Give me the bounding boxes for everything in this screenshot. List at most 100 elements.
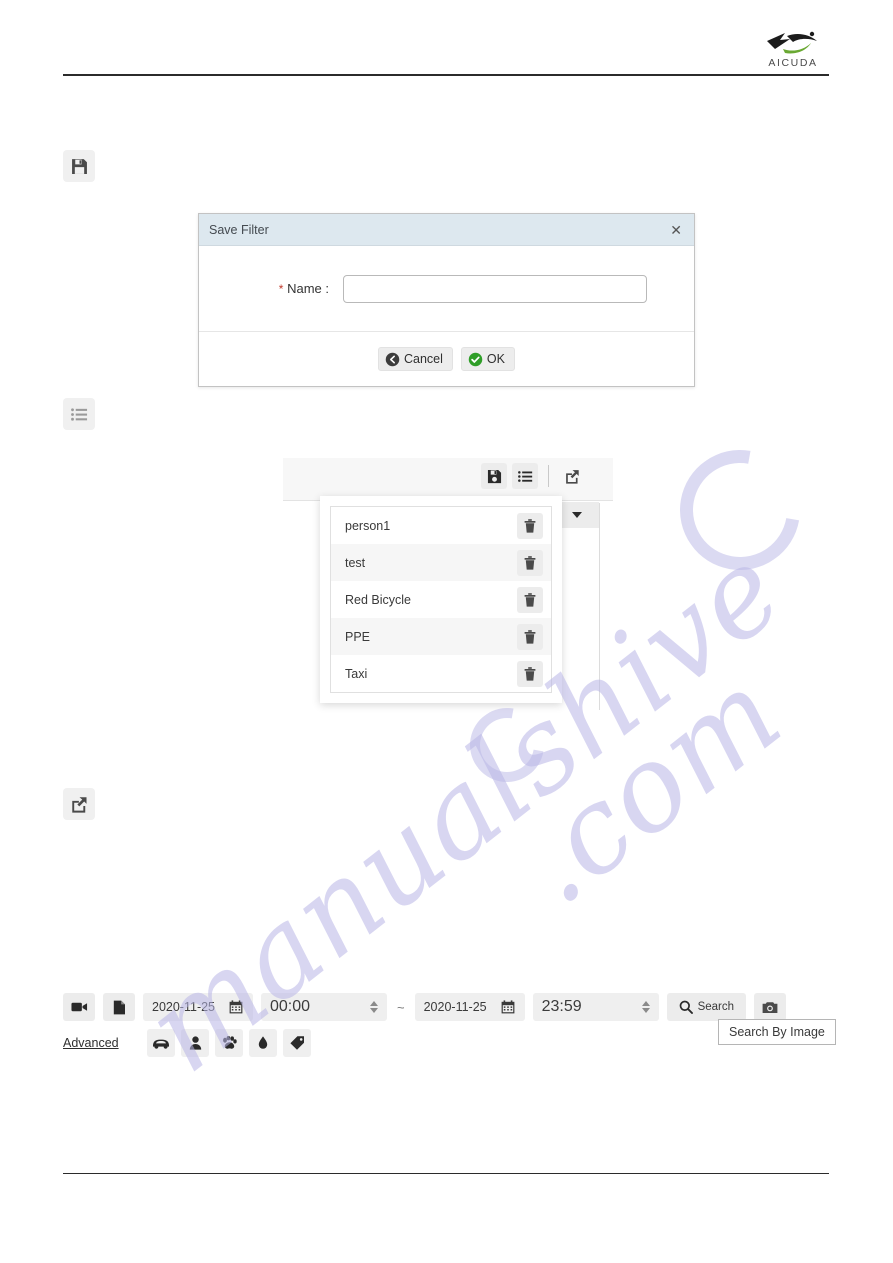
export-button[interactable] xyxy=(559,463,585,489)
end-time-field[interactable]: 23:59 xyxy=(532,993,659,1021)
start-time-stepper[interactable] xyxy=(370,1001,378,1013)
search-toolbar-row-secondary: Advanced xyxy=(63,1029,311,1057)
save-icon xyxy=(487,469,501,483)
category-person[interactable] xyxy=(181,1029,209,1057)
search-toolbar-row-primary: 2020-11-25 00:00 ~ 2020-11-25 23:59 Sear… xyxy=(63,993,787,1021)
calendar-icon xyxy=(229,1000,243,1014)
export-icon xyxy=(565,469,579,484)
saved-filters-popup: person1 test Red Bicycle PPE Taxi xyxy=(320,496,562,703)
search-button[interactable]: Search xyxy=(666,993,747,1021)
trash-icon xyxy=(524,592,536,607)
dialog-footer: Cancel OK xyxy=(199,332,694,386)
brand-name: AICUDA xyxy=(768,57,818,69)
trash-icon xyxy=(524,666,536,681)
list-item[interactable]: Red Bicycle xyxy=(331,581,551,618)
delete-filter-button[interactable] xyxy=(517,512,543,539)
chevron-down-icon xyxy=(370,1008,378,1013)
chevron-down-icon xyxy=(641,1008,650,1013)
dialog-title-bar: Save Filter ✕ xyxy=(199,214,694,246)
search-by-image-tooltip: Search By Image xyxy=(718,1019,836,1045)
brand-logo: AICUDA xyxy=(757,30,829,69)
document-icon xyxy=(113,1000,125,1014)
list-icon xyxy=(70,407,87,421)
export-marker[interactable] xyxy=(63,788,95,820)
footer-divider xyxy=(63,1173,829,1175)
dialog-body: * Name : xyxy=(199,246,694,332)
page-header: AICUDA xyxy=(0,0,893,80)
filter-list-button[interactable] xyxy=(512,463,538,489)
panel-right-border xyxy=(599,503,600,710)
tag-icon xyxy=(289,1036,304,1050)
name-label-text: Name : xyxy=(287,281,329,296)
filter-list-marker[interactable] xyxy=(63,398,95,430)
chevron-up-icon xyxy=(370,1001,378,1006)
range-separator: ~ xyxy=(397,999,405,1015)
list-item[interactable]: test xyxy=(331,544,551,581)
start-date-value: 2020-11-25 xyxy=(152,1000,216,1014)
close-icon[interactable]: ✕ xyxy=(668,223,684,237)
filter-list-section: person1 test Red Bicycle PPE Taxi xyxy=(283,455,613,735)
camera-icon xyxy=(762,1001,778,1013)
save-filter-dialog: Save Filter ✕ * Name : Cancel OK xyxy=(198,213,695,387)
header-divider xyxy=(63,74,829,76)
droplet-icon xyxy=(258,1036,268,1049)
search-label: Search xyxy=(697,1001,735,1013)
filter-toolbar xyxy=(481,463,585,489)
delete-filter-button[interactable] xyxy=(517,660,543,687)
cancel-button[interactable]: Cancel xyxy=(378,347,453,371)
save-filter-button[interactable] xyxy=(481,463,507,489)
end-date-field[interactable]: 2020-11-25 xyxy=(414,993,525,1021)
ok-label: OK xyxy=(486,352,505,366)
delete-filter-button[interactable] xyxy=(517,623,543,650)
end-time-stepper[interactable] xyxy=(641,1001,650,1013)
person-icon xyxy=(189,1036,201,1050)
name-input[interactable] xyxy=(343,274,647,303)
chevron-down-icon xyxy=(572,512,582,518)
list-item[interactable]: PPE xyxy=(331,618,551,655)
chevron-up-icon xyxy=(641,1001,650,1006)
delete-filter-button[interactable] xyxy=(517,549,543,576)
save-icon xyxy=(71,158,87,174)
category-animal[interactable] xyxy=(215,1029,243,1057)
end-time-value: 23:59 xyxy=(541,998,582,1015)
delete-filter-button[interactable] xyxy=(517,586,543,613)
toolbar-divider xyxy=(548,465,549,487)
paw-icon xyxy=(222,1036,237,1049)
end-date-value: 2020-11-25 xyxy=(423,1000,487,1014)
check-circle-icon xyxy=(468,352,483,366)
list-item[interactable]: Taxi xyxy=(331,655,551,692)
category-filters xyxy=(147,1029,311,1057)
trash-icon xyxy=(524,555,536,570)
car-icon xyxy=(153,1039,169,1049)
search-icon xyxy=(679,1000,693,1014)
list-item[interactable]: person1 xyxy=(331,507,551,544)
list-icon xyxy=(517,470,532,482)
filter-name: Taxi xyxy=(345,666,368,681)
category-tag[interactable] xyxy=(283,1029,311,1057)
search-toolbar: 2020-11-25 00:00 ~ 2020-11-25 23:59 Sear… xyxy=(63,993,836,1059)
export-icon xyxy=(71,796,87,813)
filter-name: test xyxy=(345,555,366,570)
watermark-ring xyxy=(656,426,824,594)
start-time-field[interactable]: 00:00 xyxy=(261,993,387,1021)
file-source-button[interactable] xyxy=(103,993,135,1021)
saved-filters-list: person1 test Red Bicycle PPE Taxi xyxy=(330,506,552,693)
cancel-label: Cancel xyxy=(404,352,443,366)
filter-name: Red Bicycle xyxy=(345,592,411,607)
dialog-title: Save Filter xyxy=(209,222,269,237)
category-vehicle[interactable] xyxy=(147,1029,175,1057)
start-date-field[interactable]: 2020-11-25 xyxy=(143,993,253,1021)
video-camera-icon xyxy=(70,1002,87,1012)
trash-icon xyxy=(524,518,536,533)
advanced-link[interactable]: Advanced xyxy=(63,1036,147,1050)
start-time-value: 00:00 xyxy=(270,998,311,1015)
search-by-image-button[interactable] xyxy=(754,993,787,1021)
category-liquid[interactable] xyxy=(249,1029,277,1057)
ok-button[interactable]: OK xyxy=(460,347,515,371)
aicuda-swoosh-logo-icon xyxy=(767,31,817,54)
calendar-icon xyxy=(501,1000,515,1014)
video-source-button[interactable] xyxy=(63,993,95,1021)
save-filter-marker[interactable] xyxy=(63,150,95,182)
filter-name: person1 xyxy=(345,518,391,533)
name-field-label: * Name : xyxy=(245,281,343,296)
